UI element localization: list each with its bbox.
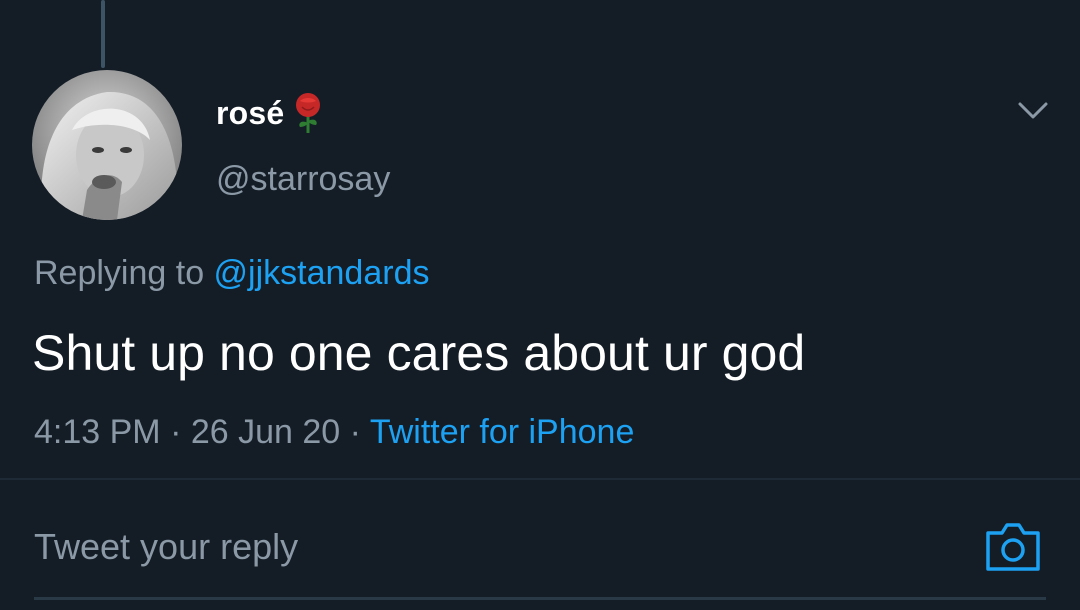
rose-icon: [288, 91, 328, 135]
tweet-date: 26 Jun 20: [190, 413, 341, 451]
divider: [0, 478, 1080, 480]
chevron-down-icon[interactable]: [1015, 96, 1051, 124]
user-handle[interactable]: @starrosay: [216, 160, 390, 199]
replying-to-mention-link[interactable]: @jjkstandards: [214, 254, 430, 292]
camera-icon[interactable]: [982, 515, 1044, 577]
tweet-source-link[interactable]: Twitter for iPhone: [370, 413, 635, 451]
reply-input[interactable]: Tweet your reply: [34, 526, 298, 568]
meta-separator: ·: [160, 413, 191, 451]
replying-to-prefix: Replying to: [34, 254, 214, 292]
tweet-time: 4:13 PM: [34, 413, 161, 451]
replying-to-line: Replying to @jjkstandards: [34, 254, 429, 293]
user-name-row[interactable]: rosé: [216, 93, 328, 133]
tweet-detail-screen: rosé @starrosay Replying to @jjkstandard…: [0, 0, 1080, 610]
display-name[interactable]: rosé: [216, 95, 284, 132]
meta-separator: ·: [340, 413, 370, 451]
tweet-text: Shut up no one cares about ur god: [32, 325, 806, 381]
avatar[interactable]: [32, 70, 182, 220]
tweet-metadata: 4:13 PM · 26 Jun 20 · Twitter for iPhone: [34, 413, 634, 452]
reply-input-underline: [34, 597, 1046, 600]
thread-connector-line: [101, 0, 105, 68]
